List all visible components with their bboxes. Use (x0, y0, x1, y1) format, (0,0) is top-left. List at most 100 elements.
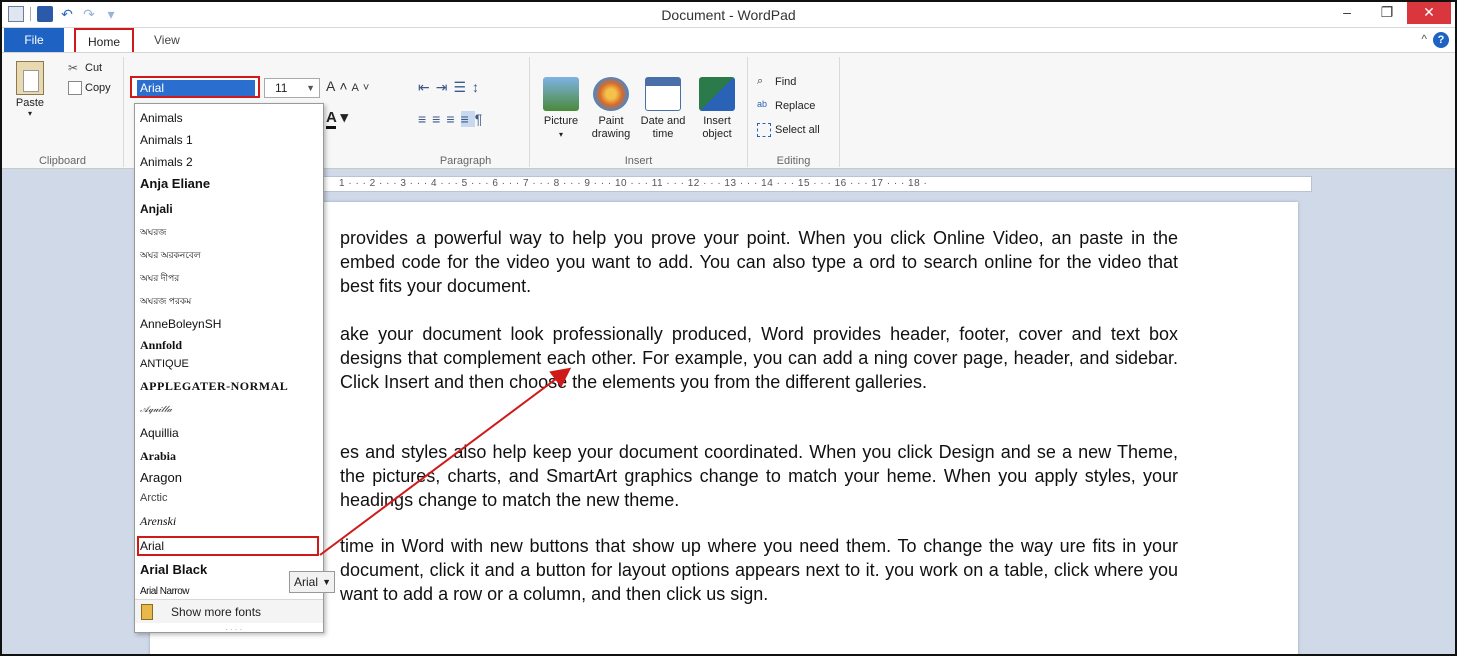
align-left-icon[interactable]: ≡ (418, 111, 432, 127)
font-option[interactable]: Anja Eliane (140, 176, 210, 191)
restore-button[interactable]: ❐ (1367, 2, 1407, 24)
paste-button[interactable]: Paste ▾ (10, 61, 50, 118)
alignment-controls[interactable]: ≡≡≡≡¶ (418, 111, 488, 127)
object-label-1: Insert (703, 115, 731, 127)
font-size-box[interactable]: 11 ▼ (264, 78, 320, 98)
font-option[interactable]: অঘরজ (140, 225, 166, 240)
close-button[interactable]: ✕ (1407, 2, 1451, 24)
select-all-button[interactable]: Select all (757, 123, 820, 137)
indent-list-controls[interactable]: ⇤⇥☰↕ (418, 79, 485, 96)
increase-indent-icon[interactable]: ⇥ (436, 79, 454, 95)
select-all-icon (757, 123, 771, 137)
font-family-dropdown[interactable]: Animals Animals 1 Animals 2 Anja Eliane … (134, 103, 324, 633)
align-center-icon[interactable]: ≡ (432, 111, 446, 127)
font-option[interactable]: Arabia (140, 449, 176, 464)
replace-icon: ab (757, 99, 768, 109)
grow-font-icon[interactable]: A˄ (326, 78, 352, 94)
font-color-icon[interactable]: A ▾ (326, 108, 348, 129)
font-option[interactable]: Arenski (140, 514, 176, 529)
replace-button[interactable]: ab Replace (757, 99, 815, 113)
shrink-font-icon[interactable]: A˅ (352, 82, 374, 94)
resize-grip[interactable]: · · · · (225, 625, 242, 632)
chevron-down-icon[interactable]: ▼ (322, 572, 331, 592)
font-option[interactable]: AnneBoleynSH (140, 317, 221, 331)
paragraph-settings-icon[interactable]: ¶ (475, 111, 489, 127)
cut-button[interactable]: ✂ Cut (68, 61, 102, 75)
line-spacing-icon[interactable]: ↕ (472, 79, 485, 95)
font-preview-tooltip[interactable]: Arial ▼ (289, 571, 335, 593)
font-option[interactable]: অঘর অরকনবেল (140, 248, 201, 263)
select-all-label: Select all (775, 124, 820, 136)
font-family-box[interactable]: Arial (130, 76, 260, 98)
font-size-value: 11 (275, 81, 288, 95)
paragraph-group-label: Paragraph (439, 155, 492, 167)
clipboard-group-label: Clipboard (38, 155, 87, 167)
font-option[interactable]: Animals (140, 111, 183, 125)
show-more-fonts-button[interactable]: Show more fonts (135, 599, 323, 623)
tab-view[interactable]: View (142, 28, 192, 52)
font-option[interactable]: Aquillia (140, 426, 179, 440)
palette-icon (593, 77, 629, 111)
tooltip-label: Arial (294, 575, 319, 589)
font-option[interactable]: Aragon (140, 470, 182, 485)
font-option[interactable]: Animals 2 (140, 155, 193, 169)
font-option[interactable]: Arctic (140, 492, 168, 504)
copy-button[interactable]: Copy (68, 81, 111, 95)
font-option[interactable]: Annfold (140, 338, 182, 353)
font-option[interactable]: অঘরজ পরকম (140, 294, 191, 309)
decrease-indent-icon[interactable]: ⇤ (418, 79, 436, 95)
font-option[interactable]: APPLEGATER-NORMAL (140, 379, 288, 394)
paint-label-1: Paint (598, 115, 624, 127)
font-option[interactable]: ANTIQUE (140, 358, 189, 370)
grow-shrink-font[interactable]: A˄A˅ (326, 78, 373, 94)
date-label-1: Date and (640, 115, 686, 127)
cut-label: Cut (85, 62, 103, 74)
object-icon (699, 77, 735, 111)
scissors-icon: ✂ (68, 61, 79, 75)
copy-label: Copy (85, 82, 111, 94)
title-bar: ↶ ↷ ▾ Document - WordPad – ❐ ✕ (2, 2, 1455, 28)
document-paragraph[interactable]: ake your document look professionally pr… (340, 322, 1178, 394)
ribbon-tabs: File Home View ^ ? (2, 28, 1455, 52)
tab-home[interactable]: Home (74, 28, 134, 52)
paint-drawing-button[interactable]: Paint drawing (588, 77, 634, 141)
selected-font-highlight (137, 536, 319, 556)
font-family-input[interactable]: Arial (137, 80, 255, 96)
window-controls: – ❐ ✕ (1327, 2, 1451, 24)
date-time-button[interactable]: Date and time (640, 77, 686, 141)
help-icon[interactable]: ? (1433, 32, 1449, 48)
window-title: Document - WordPad (661, 7, 796, 23)
collapse-ribbon-icon[interactable]: ^ (1421, 32, 1427, 46)
document-paragraph[interactable]: provides a powerful way to help you prov… (340, 226, 1178, 298)
font-option[interactable]: 𝒜𝓆𝓊𝒾𝓁𝓁𝒶 (140, 404, 172, 415)
date-label-2: time (652, 128, 674, 140)
font-option[interactable]: Arial Black (140, 562, 207, 577)
object-label-2: object (702, 128, 732, 140)
font-option-arial[interactable]: Arial (140, 539, 164, 553)
ruler[interactable]: 1 · · · 2 · · · 3 · · · 4 · · · 5 · · · … (322, 176, 1312, 192)
clipboard-icon (16, 61, 44, 95)
insert-object-button[interactable]: Insert object (694, 77, 740, 141)
editing-group-label: Editing (776, 155, 811, 167)
minimize-button[interactable]: – (1327, 2, 1367, 24)
font-option[interactable]: Animals 1 (140, 133, 193, 147)
font-option[interactable]: অঘর দীপর (140, 271, 179, 286)
align-right-icon[interactable]: ≡ (446, 111, 460, 127)
font-option[interactable]: Anjali (140, 202, 173, 216)
find-label: Find (775, 76, 797, 88)
find-button[interactable]: ⌕ Find (757, 75, 796, 89)
picture-dropdown-icon[interactable]: ▾ (538, 128, 584, 141)
document-paragraph[interactable]: es and styles also help keep your docume… (340, 440, 1178, 512)
clipboard-group: Paste ▾ ✂ Cut Copy Clipboard (2, 57, 124, 167)
paint-label-2: drawing (591, 128, 631, 140)
justify-icon[interactable]: ≡ (460, 111, 475, 127)
font-option[interactable]: Arial Narrow (140, 586, 190, 597)
paste-dropdown-icon[interactable]: ▾ (10, 109, 50, 118)
tab-file[interactable]: File (4, 28, 64, 52)
picture-label: Picture (543, 115, 579, 127)
bullets-icon[interactable]: ☰ (453, 79, 472, 95)
picture-button[interactable]: Picture ▾ (538, 77, 584, 141)
chevron-down-icon[interactable]: ▼ (306, 79, 315, 97)
show-more-fonts-label: Show more fonts (171, 605, 262, 619)
document-paragraph[interactable]: time in Word with new buttons that show … (340, 534, 1178, 606)
